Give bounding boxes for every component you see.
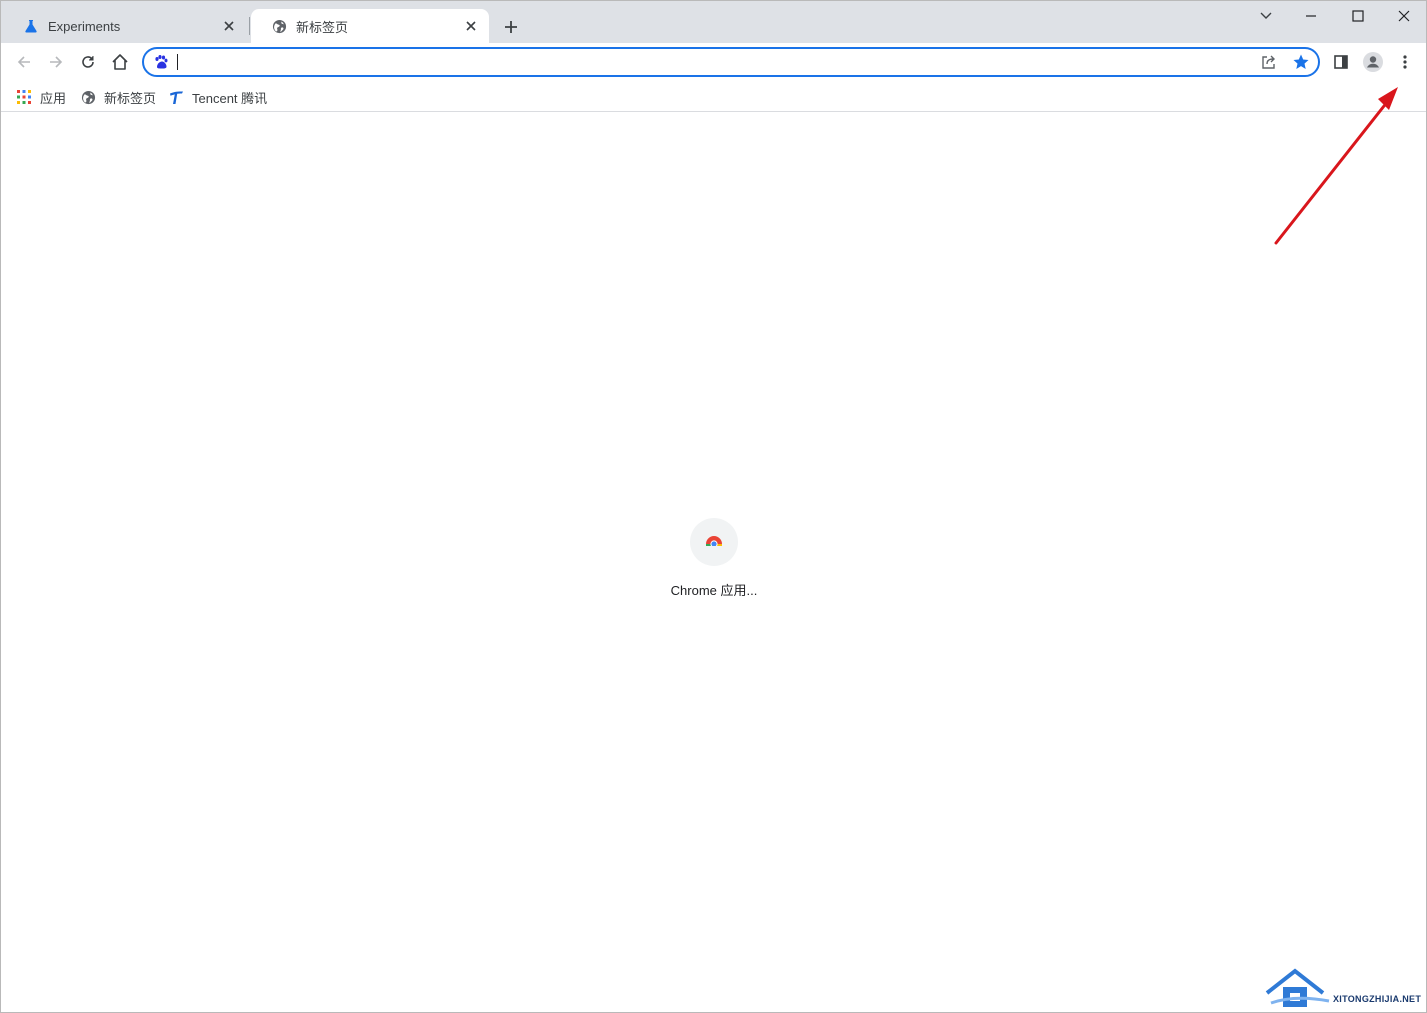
watermark-text: XITONGZHIJIA.NET <box>1333 994 1422 1004</box>
tab-title: 新标签页 <box>296 19 349 35</box>
bookmark-apps[interactable]: 应用 <box>16 87 66 107</box>
apps-grid-icon <box>16 89 32 105</box>
address-input[interactable] <box>180 52 1240 72</box>
bookmark-label: Tencent 腾讯 <box>192 90 268 106</box>
bookmark-label: 新标签页 <box>104 90 157 106</box>
menu-button[interactable] <box>1392 49 1418 75</box>
shortcut-label: Chrome 应用... <box>670 583 758 598</box>
back-button[interactable] <box>11 49 37 75</box>
minimize-icon <box>1306 15 1316 17</box>
side-panel-icon <box>1334 55 1348 69</box>
close-icon[interactable] <box>463 18 479 34</box>
plus-icon <box>505 21 517 33</box>
new-tab-button[interactable] <box>500 16 522 38</box>
toolbar <box>1 43 1426 81</box>
tencent-icon <box>168 89 184 105</box>
tab-title: Experiments <box>48 18 121 34</box>
annotation-arrow-icon <box>1274 87 1398 245</box>
globe-icon <box>271 18 287 34</box>
chevron-down-icon <box>1260 12 1272 19</box>
side-panel-button[interactable] <box>1328 49 1354 75</box>
text-caret <box>177 54 178 70</box>
tab-separator <box>249 17 250 35</box>
forward-arrow-icon <box>50 56 63 68</box>
kebab-menu-icon <box>1403 55 1407 69</box>
bookmark-star-icon[interactable] <box>1292 53 1310 71</box>
shortcut-chrome-apps[interactable]: Chrome 应用... <box>666 518 762 599</box>
profile-button[interactable] <box>1360 49 1386 75</box>
avatar-icon <box>1363 52 1383 72</box>
shortcut-tile[interactable] <box>690 518 738 566</box>
bookmark-new-tab[interactable]: 新标签页 <box>80 87 156 107</box>
reload-icon <box>82 56 94 68</box>
house-logo-icon <box>1265 968 1330 1007</box>
tab-search-button[interactable] <box>1254 5 1278 27</box>
new-tab-page: Chrome 应用... XITONGZHIJIA.NET <box>1 87 1426 1012</box>
bookmark-tencent[interactable]: Tencent 腾讯 <box>168 87 267 107</box>
omnibox[interactable] <box>142 47 1320 77</box>
flask-icon <box>23 18 39 34</box>
reload-button[interactable] <box>75 49 101 75</box>
bookmark-label: 应用 <box>40 90 67 106</box>
baidu-paw-icon <box>155 55 168 69</box>
home-icon <box>112 54 128 70</box>
globe-icon <box>80 89 96 105</box>
minimize-button[interactable] <box>1299 5 1323 27</box>
close-window-button[interactable] <box>1392 5 1416 27</box>
close-icon <box>1398 10 1410 22</box>
chrome-icon <box>705 536 723 551</box>
browser-window: Experiments 新标签页 应用 新标签页 Tencent 腾讯 Chro… <box>0 0 1427 1013</box>
forward-button[interactable] <box>43 49 69 75</box>
close-icon[interactable] <box>221 18 237 34</box>
bookmarks-bar: 应用 新标签页 Tencent 腾讯 <box>1 81 1426 112</box>
back-arrow-icon <box>17 56 30 68</box>
maximize-icon <box>1352 10 1364 22</box>
home-button[interactable] <box>107 49 133 75</box>
tab-strip: Experiments 新标签页 <box>1 1 1426 43</box>
share-icon[interactable] <box>1260 53 1278 71</box>
tab-experiments[interactable]: Experiments <box>3 9 247 43</box>
watermark-logo: XITONGZHIJIA.NET <box>1263 963 1423 1009</box>
tab-new-tab[interactable]: 新标签页 <box>251 9 489 43</box>
maximize-button[interactable] <box>1346 5 1370 27</box>
